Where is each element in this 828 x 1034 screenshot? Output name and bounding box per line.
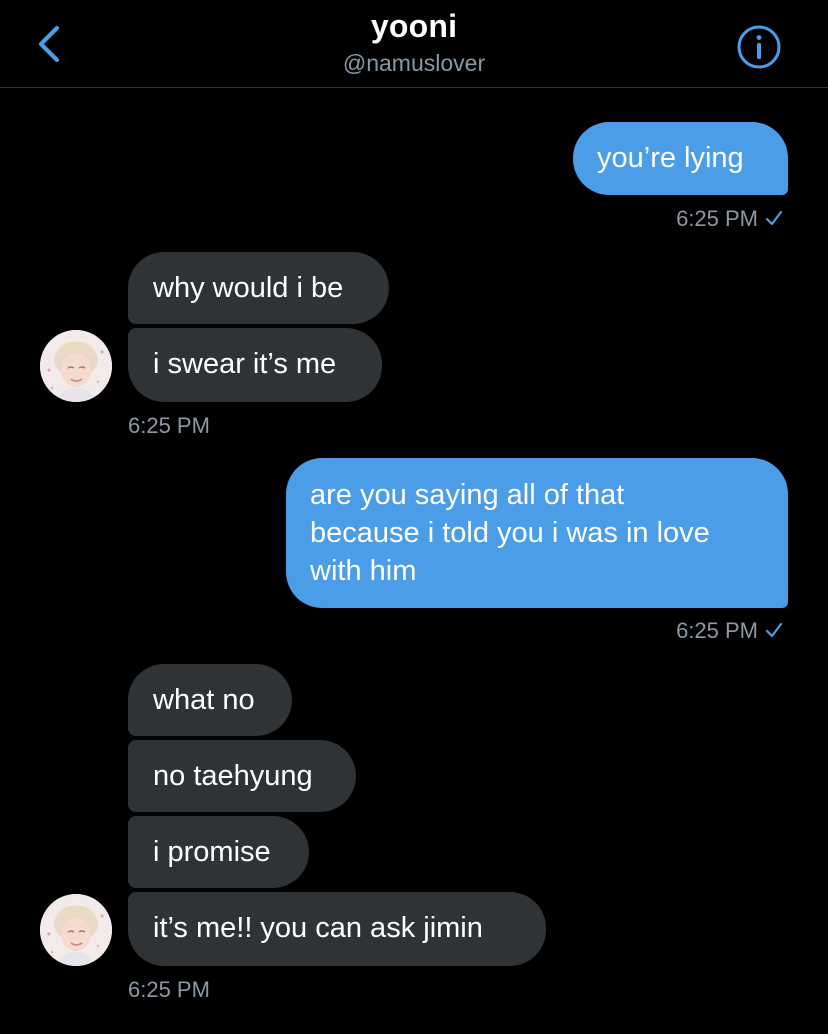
sent-check-icon [765,210,783,226]
incoming-message[interactable]: i promise [128,816,309,888]
message-text-line: because i told you i was in love [310,517,710,549]
message-text: i promise [153,836,271,868]
conversation-header: yooni @namuslover [0,0,828,88]
message-text-line: are you saying all of that [310,479,625,511]
message-text: what no [153,684,255,716]
incoming-message[interactable]: why would i be [128,252,389,324]
outgoing-message[interactable]: you’re lying [573,122,788,195]
sent-check-icon [765,622,783,638]
message-timestamp: 6:25 PM [128,413,210,438]
message-timestamp: 6:25 PM [128,977,210,1002]
message-text-line: with him [310,555,417,587]
conversation-handle[interactable]: @namuslover [0,50,828,77]
incoming-message[interactable]: no taehyung [128,740,356,812]
conversation-title[interactable]: yooni [0,8,828,45]
incoming-message[interactable]: it’s me!! you can ask jimin [128,892,546,966]
avatar[interactable] [40,330,112,402]
message-text: it’s me!! you can ask jimin [153,912,483,944]
message-timestamp: 6:25 PM [676,618,784,644]
message-text: you’re lying [597,142,744,174]
avatar[interactable] [40,894,112,966]
incoming-message[interactable]: i swear it’s me [128,328,382,402]
incoming-message[interactable]: what no [128,664,292,736]
message-text: why would i be [153,272,344,304]
info-button[interactable] [736,24,782,70]
message-text: i swear it’s me [153,348,337,380]
message-timestamp: 6:25 PM [676,206,784,232]
outgoing-message[interactable]: are you saying all of that because i tol… [286,458,788,608]
info-circle-icon [737,25,781,69]
message-text: no taehyung [153,760,313,792]
